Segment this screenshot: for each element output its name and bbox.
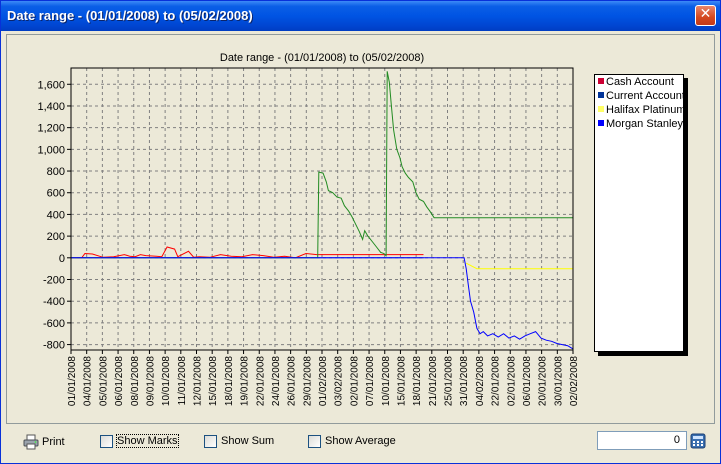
x-tick-label: 31/01/2008 (459, 356, 470, 406)
show-marks-label: Show Marks (116, 434, 179, 448)
show-average-label: Show Average (325, 435, 396, 447)
x-tick-label: 22/01/2008 (255, 356, 266, 406)
chart-title: Date range - (01/01/2008) to (05/02/2008… (220, 52, 424, 64)
x-tick-label: 01/01/2008 (67, 356, 78, 406)
x-tick-label: 08/01/2008 (130, 356, 141, 406)
legend-label: Halifax Platinum (606, 104, 683, 116)
y-tick-label: 600 (47, 188, 65, 200)
x-tick-label: 29/01/2008 (302, 356, 313, 406)
chart-window: Date range - (01/01/2008) to (05/02/2008… (0, 0, 721, 464)
x-tick-label: 01/02/2008 (318, 356, 329, 406)
legend-label: Current Account (606, 90, 683, 102)
legend-item: Morgan Stanley (595, 117, 683, 131)
x-tick-label: 02/01/2008 (506, 356, 517, 406)
x-tick-label: 20/01/2008 (538, 356, 549, 406)
legend-label: Cash Account (606, 76, 674, 88)
y-tick-label: -600 (43, 318, 65, 330)
chart-legend: Cash Account Current Account Halifax Plati… (594, 74, 684, 352)
x-tick-label: 03/02/2008 (334, 356, 345, 406)
x-tick-label: 19/01/2008 (240, 356, 251, 406)
x-tick-label: 30/01/2008 (553, 356, 564, 406)
x-tick-label: 15/01/2008 (396, 356, 407, 406)
show-marks-box[interactable] (100, 435, 113, 448)
legend-item: Cash Account (595, 75, 683, 89)
x-tick-label: 18/01/2008 (224, 356, 235, 406)
x-tick-label: 04/01/2008 (83, 356, 94, 406)
legend-swatch (598, 120, 604, 126)
x-tick-label: 22/01/2008 (491, 356, 502, 406)
value-input[interactable]: 0 (597, 431, 687, 450)
title-bar[interactable]: Date range - (01/01/2008) to (05/02/2008… (1, 1, 720, 31)
x-tick-label: 25/01/2008 (444, 356, 455, 406)
x-tick-label: 09/01/2008 (145, 356, 156, 406)
x-tick-label: 10/01/2008 (161, 356, 172, 406)
chart-panel: Date range - (01/01/2008) to (05/02/2008… (6, 34, 715, 424)
y-tick-label: 400 (47, 209, 65, 221)
y-tick-label: 800 (47, 166, 65, 178)
show-sum-box[interactable] (204, 435, 217, 448)
print-label: Print (42, 436, 65, 448)
printer-icon (23, 434, 39, 450)
y-tick-label: -200 (43, 275, 65, 287)
y-tick-label: 1,200 (37, 123, 65, 135)
x-tick-label: 07/01/2008 (365, 356, 376, 406)
x-tick-label: 06/01/2008 (114, 356, 125, 406)
window-title: Date range - (01/01/2008) to (05/02/2008… (7, 8, 253, 23)
legend-swatch (598, 106, 604, 112)
x-tick-label: 10/01/2008 (381, 356, 392, 406)
bottom-toolbar: Print Show Marks Show Sum Show Average 0 (1, 427, 720, 457)
x-tick-label: 11/01/2008 (177, 356, 188, 406)
x-tick-label: 05/01/2008 (98, 356, 109, 406)
x-tick-label: 12/01/2008 (193, 356, 204, 406)
legend-swatch (598, 92, 604, 98)
y-tick-label: -400 (43, 296, 65, 308)
x-tick-label: 04/02/2008 (475, 356, 486, 406)
legend-item: Halifax Platinum (595, 103, 683, 117)
y-tick-label: 1,400 (37, 101, 65, 113)
x-tick-label: 26/01/2008 (287, 356, 298, 406)
x-tick-label: 24/01/2008 (271, 356, 282, 406)
legend-swatch (598, 78, 604, 84)
close-button[interactable]: ✕ (695, 5, 716, 26)
x-tick-label: 18/01/2008 (412, 356, 423, 406)
x-tick-label: 15/01/2008 (208, 356, 219, 406)
show-average-box[interactable] (308, 435, 321, 448)
x-tick-label: 06/01/2008 (522, 356, 533, 406)
x-tick-label: 02/02/2008 (569, 356, 580, 406)
close-icon: ✕ (699, 6, 712, 22)
y-tick-label: 1,600 (37, 79, 65, 91)
calculator-icon[interactable] (690, 433, 706, 449)
y-tick-label: 200 (47, 231, 65, 243)
y-tick-label: 0 (59, 253, 65, 265)
x-tick-label: 02/01/2008 (349, 356, 360, 406)
x-tick-label: 21/01/2008 (428, 356, 439, 406)
show-sum-label: Show Sum (221, 435, 275, 447)
y-tick-label: 1,000 (37, 144, 65, 156)
y-tick-label: -800 (43, 340, 65, 352)
legend-item: Current Account (595, 89, 683, 103)
legend-label: Morgan Stanley (606, 118, 683, 130)
